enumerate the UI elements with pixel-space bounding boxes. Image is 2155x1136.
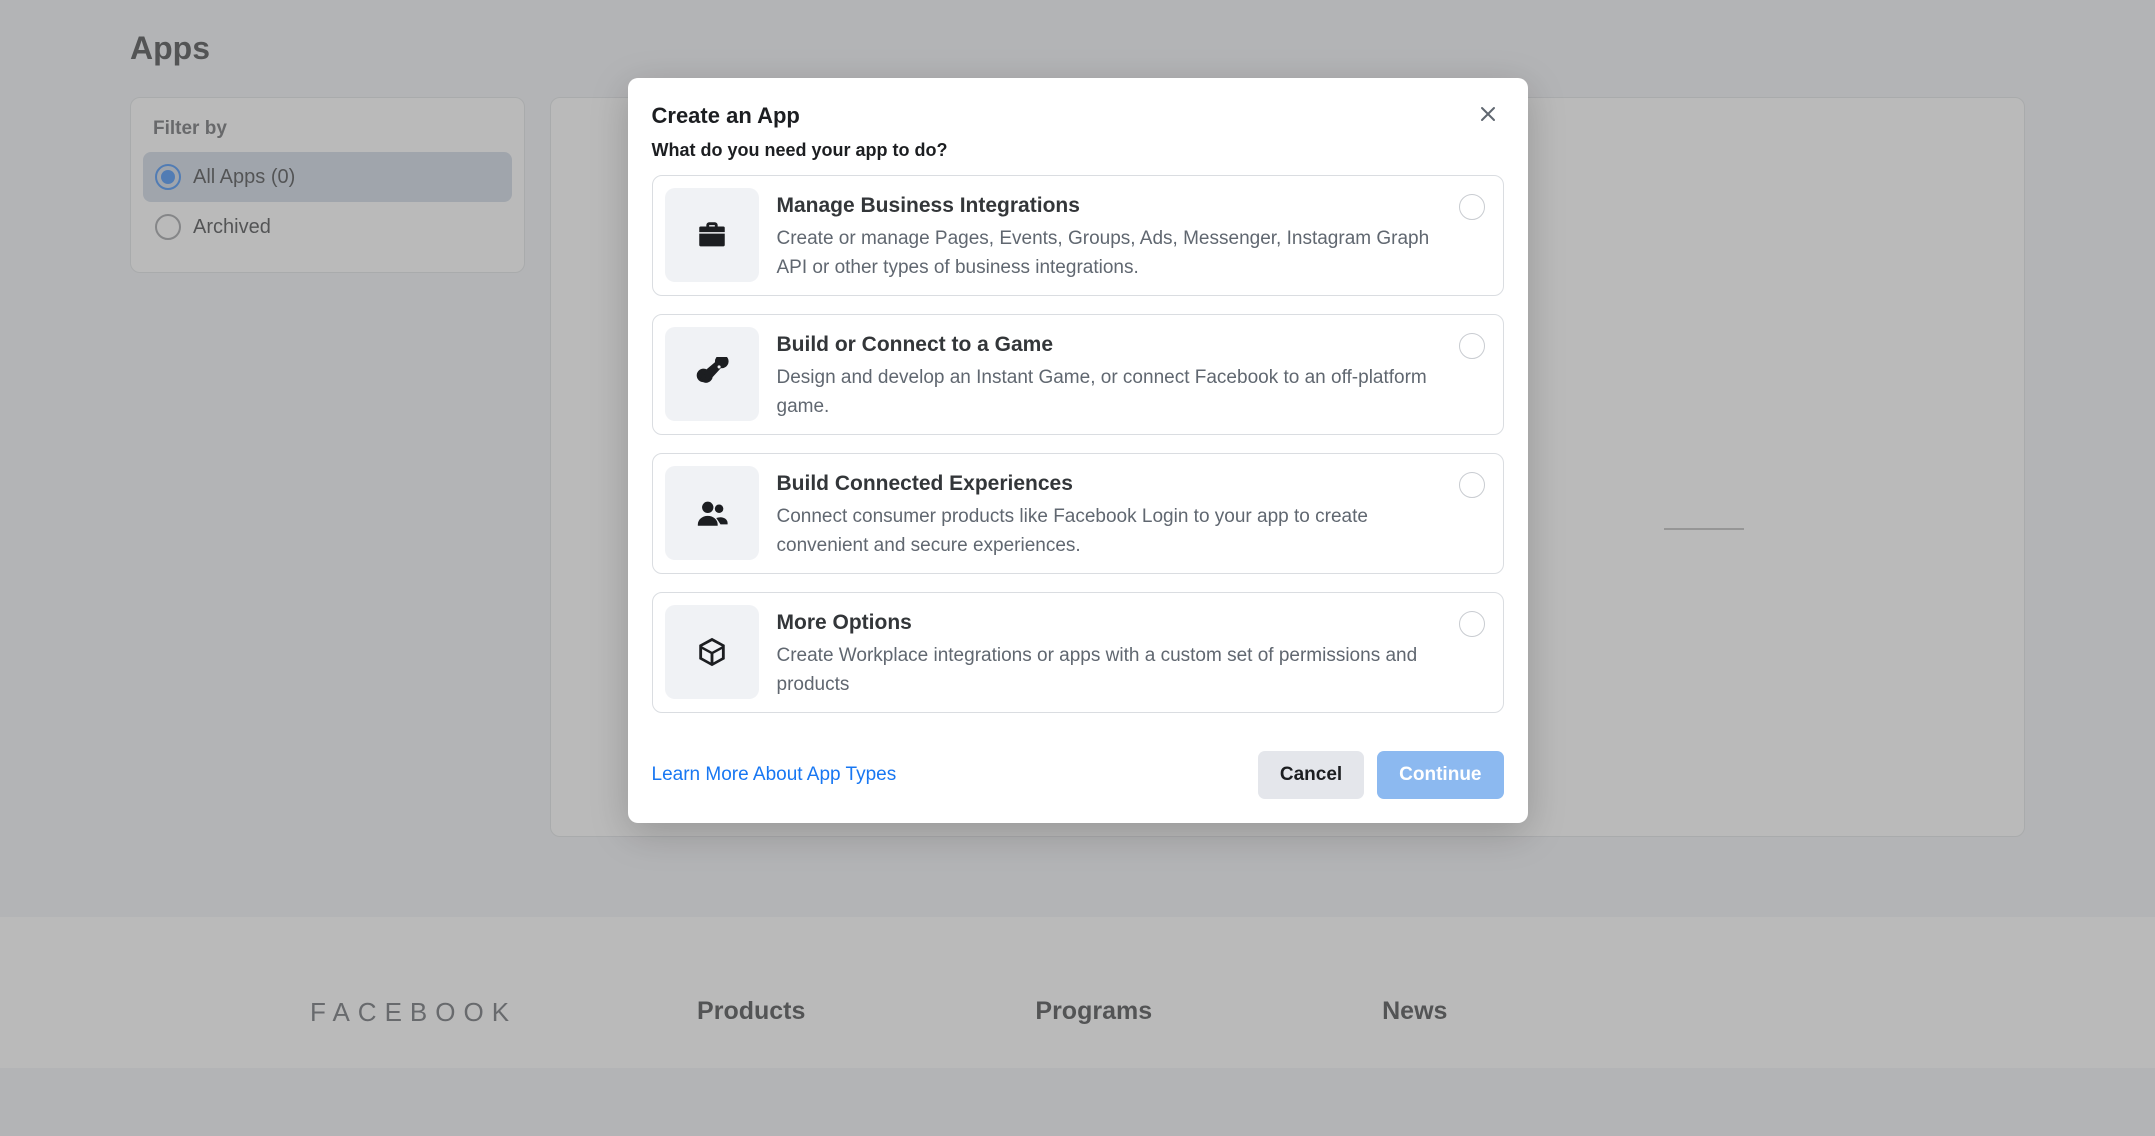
- close-icon: [1478, 104, 1498, 129]
- option-text: Manage Business Integrations Create or m…: [777, 188, 1441, 283]
- option-title: Manage Business Integrations: [777, 194, 1441, 218]
- modal-header: Create an App: [628, 78, 1528, 140]
- learn-more-link[interactable]: Learn More About App Types: [652, 764, 897, 786]
- app-type-options: Manage Business Integrations Create or m…: [628, 175, 1528, 713]
- option-business[interactable]: Manage Business Integrations Create or m…: [652, 175, 1504, 296]
- option-desc: Design and develop an Instant Game, or c…: [777, 363, 1441, 422]
- game-icon: [665, 327, 759, 421]
- option-title: Build Connected Experiences: [777, 472, 1441, 496]
- option-text: Build or Connect to a Game Design and de…: [777, 327, 1441, 422]
- cancel-button[interactable]: Cancel: [1258, 751, 1364, 799]
- cube-icon: [665, 605, 759, 699]
- briefcase-icon: [665, 188, 759, 282]
- option-desc: Create Workplace integrations or apps wi…: [777, 641, 1441, 700]
- option-radio[interactable]: [1459, 611, 1485, 637]
- option-radio[interactable]: [1459, 333, 1485, 359]
- option-title: More Options: [777, 611, 1441, 635]
- option-desc: Connect consumer products like Facebook …: [777, 502, 1441, 561]
- people-icon: [665, 466, 759, 560]
- modal-title: Create an App: [652, 103, 800, 129]
- option-text: Build Connected Experiences Connect cons…: [777, 466, 1441, 561]
- option-more[interactable]: More Options Create Workplace integratio…: [652, 592, 1504, 713]
- option-radio[interactable]: [1459, 472, 1485, 498]
- option-title: Build or Connect to a Game: [777, 333, 1441, 357]
- option-game[interactable]: Build or Connect to a Game Design and de…: [652, 314, 1504, 435]
- modal-subtitle: What do you need your app to do?: [628, 140, 1528, 175]
- close-button[interactable]: [1472, 100, 1504, 132]
- option-desc: Create or manage Pages, Events, Groups, …: [777, 224, 1441, 283]
- continue-button[interactable]: Continue: [1377, 751, 1503, 799]
- option-connected[interactable]: Build Connected Experiences Connect cons…: [652, 453, 1504, 574]
- modal-buttons: Cancel Continue: [1258, 751, 1504, 799]
- create-app-modal: Create an App What do you need your app …: [628, 78, 1528, 823]
- modal-footer: Learn More About App Types Cancel Contin…: [628, 713, 1528, 823]
- option-text: More Options Create Workplace integratio…: [777, 605, 1441, 700]
- option-radio[interactable]: [1459, 194, 1485, 220]
